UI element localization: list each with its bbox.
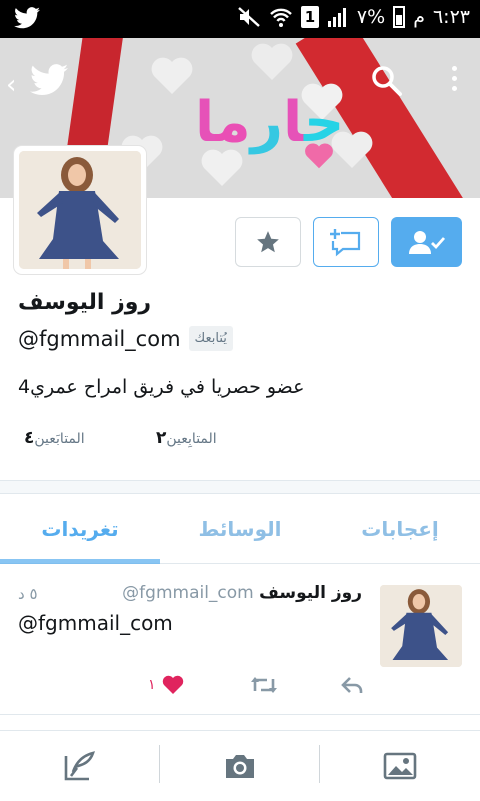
clock-period: م (413, 6, 425, 28)
following-check-icon (408, 231, 445, 254)
section-divider (0, 480, 480, 494)
profile-handle: @fgmmail_com (18, 326, 181, 351)
camera-button[interactable] (160, 731, 320, 801)
like-button[interactable]: ١ (148, 675, 184, 695)
favorite-button[interactable] (235, 217, 301, 267)
tweet-header: @fgmmail_com روز اليوسف (122, 583, 362, 603)
reply-icon (341, 677, 363, 693)
twitter-bird-icon (14, 7, 40, 29)
heart-icon (162, 675, 183, 694)
tab-media[interactable]: الوسائط (160, 494, 320, 564)
tweet-avatar[interactable] (380, 585, 462, 667)
retweet-icon (251, 677, 277, 693)
wifi-icon (270, 8, 292, 27)
tab-tweets[interactable]: تغريدات (0, 494, 160, 564)
gallery-button[interactable] (320, 731, 480, 801)
profile-name: روز اليوسف (18, 290, 152, 315)
mute-icon (238, 7, 260, 27)
twitter-bird-icon[interactable] (30, 64, 68, 96)
retweet-button[interactable] (250, 675, 278, 695)
avatar (19, 151, 141, 269)
following-count: ٢ (156, 428, 167, 448)
tweet-actions: ١ (0, 675, 480, 705)
reply-button[interactable] (340, 675, 364, 695)
tweet-timestamp: ٥ د (18, 585, 38, 603)
tweet-handle: @fgmmail_com (122, 583, 254, 603)
follows-you-badge: يُتابعك (188, 326, 233, 351)
following-label: المتابِعين (166, 431, 217, 447)
profile-tabs: إعجابات الوسائط تغريدات (0, 494, 480, 564)
profile-bio: عضو حصريا في فريق امراح عمري4 (18, 376, 305, 398)
camera-icon (226, 755, 254, 778)
status-bar: 1 ٧% م ٦:٢٣ (0, 0, 480, 38)
like-count: ١ (148, 677, 156, 693)
image-icon (383, 752, 417, 780)
profile-avatar[interactable] (14, 146, 146, 274)
direct-message-icon (330, 229, 361, 257)
heart-decoration-icon (251, 43, 293, 80)
tweet-author-name: روز اليوسف (259, 583, 362, 603)
active-tab-indicator (0, 559, 160, 564)
battery-icon (393, 6, 406, 28)
avatar-photo (19, 151, 141, 269)
signal-icon (327, 8, 346, 27)
following-stat[interactable]: المتابِعين٢ (150, 428, 217, 448)
search-icon[interactable] (370, 64, 404, 98)
heart-decoration-icon (151, 57, 193, 94)
banner-text: حارما (195, 90, 345, 155)
followers-label: المتابَعين (34, 431, 85, 447)
tweet[interactable]: @fgmmail_com روز اليوسف ٥ د @fgmmail_com… (0, 565, 480, 715)
followers-stat[interactable]: المتابَعين٤ (18, 428, 85, 448)
overflow-menu-icon[interactable] (446, 66, 462, 96)
tweet-text: @fgmmail_com (18, 611, 173, 635)
direct-message-button[interactable] (313, 217, 379, 267)
star-icon (257, 231, 279, 253)
compose-button[interactable] (0, 731, 160, 801)
followers-count: ٤ (24, 428, 35, 448)
back-button[interactable]: ‹ (6, 70, 16, 100)
avatar-photo (380, 585, 462, 667)
compose-icon (64, 751, 95, 781)
tab-likes[interactable]: إعجابات (320, 494, 480, 564)
clock: ٦:٢٣ (432, 6, 470, 28)
handle-row: @fgmmail_com يُتابعك (18, 326, 233, 351)
bottom-toolbar (0, 730, 480, 800)
following-button[interactable] (391, 217, 462, 267)
sim-indicator: 1 (300, 6, 319, 28)
battery-percent: ٧% (356, 6, 386, 28)
